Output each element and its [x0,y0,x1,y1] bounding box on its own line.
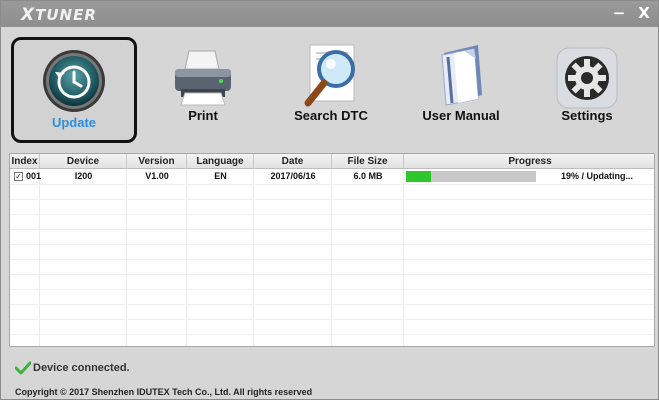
gear-icon [556,47,618,114]
app-title: XTUNER [21,5,97,25]
user-manual-label: User Manual [422,108,500,123]
cell-device: I200 [74,171,93,181]
copyright-text: Copyright © 2017 Shenzhen IDUTEX Tech Co… [15,387,313,397]
table-header: Index Device Version Language Date File … [10,154,654,169]
grid-line [10,319,654,320]
header-index[interactable]: Index [10,154,40,169]
grid-line [10,289,654,290]
cell-version: V1.00 [145,171,169,181]
progress-bar-fill [406,171,431,182]
minimize-button[interactable]: − [609,3,629,23]
progress-text: 19% / Updating... [560,171,633,181]
cell-language: EN [214,171,227,181]
print-label: Print [188,108,218,123]
header-date[interactable]: Date [254,154,332,169]
magnifier-icon [298,43,364,114]
manual-book-icon [428,43,494,114]
printer-icon [171,49,235,112]
check-icon [14,361,32,378]
cell-date: 2017/06/16 [270,171,316,181]
print-button[interactable]: Print [153,37,253,143]
grid-line [10,244,654,245]
app-title-prefix: X [21,5,36,25]
toolbar: Update Print Search DTC User Manual Sett… [1,27,658,149]
status-text: Device connected. [33,362,130,374]
grid-line [10,259,654,260]
grid-line [10,304,654,305]
grid-line [10,229,654,230]
search-dtc-label: Search DTC [294,108,368,123]
grid-line [10,274,654,275]
search-dtc-button[interactable]: Search DTC [281,37,381,143]
grid-line [10,184,654,185]
header-device[interactable]: Device [40,154,127,169]
close-button[interactable]: X [634,3,654,23]
app-window: XTUNER − X Update Print Search DTC User … [0,0,659,400]
cell-file-size: 6.0 MB [353,171,383,181]
update-button[interactable]: Update [11,37,137,143]
row-checkbox[interactable]: ✓ [14,172,23,181]
header-language[interactable]: Language [187,154,254,169]
grid-line [10,334,654,335]
header-progress[interactable]: Progress [404,154,654,169]
update-clock-icon [41,48,107,119]
settings-label: Settings [561,108,613,123]
app-title-rest: TUNER [35,6,97,24]
table-row[interactable]: ✓ 001 I200 V1.00 EN 2017/06/16 6.0 MB 19… [10,169,654,184]
device-table: Index Device Version Language Date File … [9,153,655,347]
update-label: Update [51,115,97,130]
title-bar[interactable]: XTUNER − X [1,1,658,27]
grid-line [10,214,654,215]
header-version[interactable]: Version [127,154,187,169]
settings-button[interactable]: Settings [537,37,637,143]
user-manual-button[interactable]: User Manual [411,37,511,143]
header-file-size[interactable]: File Size [332,154,404,169]
grid-line [10,199,654,200]
progress-bar [406,171,536,182]
